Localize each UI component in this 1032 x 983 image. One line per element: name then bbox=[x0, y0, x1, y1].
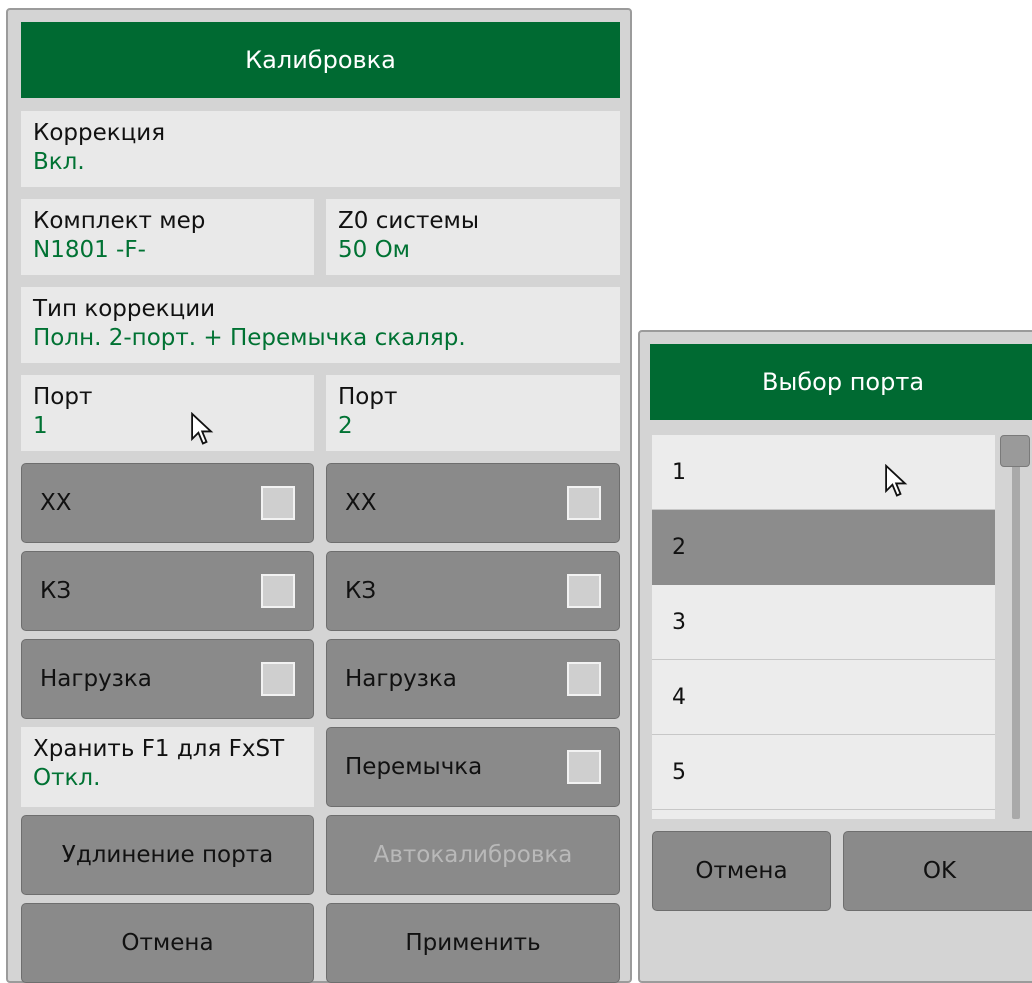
thru-status-checkbox bbox=[567, 750, 601, 784]
apply-button[interactable]: Применить bbox=[326, 903, 620, 983]
port-list-item[interactable]: 1 bbox=[652, 435, 995, 510]
mouse-cursor-icon bbox=[191, 412, 214, 445]
port-extension-button[interactable]: Удлинение порта bbox=[21, 815, 314, 895]
port-b-label: Порт bbox=[338, 384, 398, 410]
correction-label: Коррекция bbox=[33, 120, 166, 146]
short-a-status-checkbox bbox=[261, 574, 295, 608]
port-cancel-button[interactable]: Отмена bbox=[652, 831, 831, 911]
z0-value: 50 Ом bbox=[338, 237, 411, 263]
z0-label: Z0 системы bbox=[338, 208, 479, 234]
port-list-item[interactable]: 3 bbox=[652, 585, 995, 660]
open-b-label: XX bbox=[345, 490, 377, 516]
load-b-label: Нагрузка bbox=[345, 666, 457, 692]
scrollbar-track[interactable] bbox=[1012, 435, 1020, 819]
correction-type-field[interactable]: Тип коррекции Полн. 2-порт. + Перемычка … bbox=[21, 287, 620, 363]
open-b-status-checkbox bbox=[567, 486, 601, 520]
thru-button[interactable]: Перемычка bbox=[326, 727, 620, 807]
store-f1-field[interactable]: Хранить F1 для FxST Откл. bbox=[21, 727, 314, 807]
cal-kit-label: Комплект мер bbox=[33, 208, 206, 234]
load-b-button[interactable]: Нагрузка bbox=[326, 639, 620, 719]
load-b-status-checkbox bbox=[567, 662, 601, 696]
correction-type-label: Тип коррекции bbox=[33, 296, 216, 322]
port-list-item[interactable]: 4 bbox=[652, 660, 995, 735]
correction-field[interactable]: Коррекция Вкл. bbox=[21, 111, 620, 187]
cal-kit-value: N1801 -F- bbox=[33, 237, 146, 263]
scrollbar-thumb[interactable] bbox=[1000, 435, 1030, 467]
short-b-status-checkbox bbox=[567, 574, 601, 608]
store-f1-label: Хранить F1 для FxST bbox=[33, 736, 285, 762]
calibration-panel: Калибровка Коррекция Вкл. Комплект мер N… bbox=[6, 8, 632, 983]
short-b-label: КЗ bbox=[345, 578, 377, 604]
autocalibration-label: Автокалибровка bbox=[373, 842, 573, 868]
thru-label: Перемычка bbox=[345, 754, 483, 780]
open-a-button[interactable]: XX bbox=[21, 463, 314, 543]
port-list-scrollbar[interactable] bbox=[1000, 435, 1032, 819]
open-a-status-checkbox bbox=[261, 486, 295, 520]
open-b-button[interactable]: XX bbox=[326, 463, 620, 543]
store-f1-value: Откл. bbox=[33, 765, 101, 791]
correction-type-value: Полн. 2-порт. + Перемычка скаляр. bbox=[33, 325, 466, 351]
port-a-field[interactable]: Порт 1 bbox=[21, 375, 314, 451]
load-a-status-checkbox bbox=[261, 662, 295, 696]
open-a-label: XX bbox=[40, 490, 72, 516]
cancel-label: Отмена bbox=[121, 930, 214, 956]
short-a-button[interactable]: КЗ bbox=[21, 551, 314, 631]
ok-label: OK bbox=[922, 858, 957, 884]
port-list-item-selected[interactable]: 2 bbox=[652, 510, 995, 585]
ok-button[interactable]: OK bbox=[843, 831, 1032, 911]
short-b-button[interactable]: КЗ bbox=[326, 551, 620, 631]
port-list[interactable]: 1 2 3 4 5 6 bbox=[652, 435, 995, 819]
port-select-title: Выбор порта bbox=[650, 344, 1032, 420]
mouse-cursor-icon bbox=[885, 464, 908, 497]
port-extension-label: Удлинение порта bbox=[61, 842, 274, 868]
z0-field[interactable]: Z0 системы 50 Ом bbox=[326, 199, 620, 275]
port-a-label: Порт bbox=[33, 384, 93, 410]
port-list-item[interactable]: 5 bbox=[652, 735, 995, 810]
port-b-value: 2 bbox=[338, 413, 353, 439]
calibration-title: Калибровка bbox=[21, 22, 620, 98]
apply-label: Применить bbox=[405, 930, 541, 956]
port-cancel-label: Отмена bbox=[695, 858, 788, 884]
correction-value: Вкл. bbox=[33, 149, 85, 175]
port-a-value: 1 bbox=[33, 413, 48, 439]
port-select-panel: Выбор порта 1 2 3 4 5 6 Отмена OK bbox=[638, 330, 1032, 983]
port-b-field[interactable]: Порт 2 bbox=[326, 375, 620, 451]
cal-kit-field[interactable]: Комплект мер N1801 -F- bbox=[21, 199, 314, 275]
autocalibration-button[interactable]: Автокалибровка bbox=[326, 815, 620, 895]
cancel-button[interactable]: Отмена bbox=[21, 903, 314, 983]
port-list-item[interactable]: 6 bbox=[652, 810, 995, 819]
load-a-button[interactable]: Нагрузка bbox=[21, 639, 314, 719]
load-a-label: Нагрузка bbox=[40, 666, 152, 692]
short-a-label: КЗ bbox=[40, 578, 72, 604]
